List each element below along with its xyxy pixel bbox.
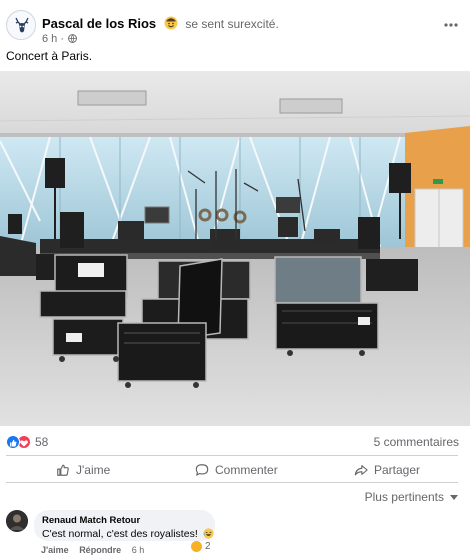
comment-icon <box>195 464 209 476</box>
divider-top <box>6 455 458 456</box>
comment-author[interactable]: Renaud Match Retour <box>42 515 207 526</box>
post-header: Pascal de los Rios se sent surexcité. 6 … <box>6 8 468 46</box>
commenter-avatar[interactable] <box>6 510 28 532</box>
globe-icon[interactable] <box>68 34 78 43</box>
comment-reactions[interactable]: 2 <box>191 539 211 553</box>
more-icon <box>444 23 458 27</box>
post-time[interactable]: 6 h <box>42 33 57 45</box>
meta-separator: · <box>60 33 65 45</box>
share-arrow-icon <box>354 465 368 476</box>
more-options-button[interactable] <box>444 14 458 32</box>
share-button-label: Partager <box>374 463 421 477</box>
caret-down-icon <box>450 494 458 500</box>
author-avatar[interactable] <box>6 10 36 40</box>
post-text: Concert à Paris. <box>6 49 93 63</box>
divider-bottom <box>6 482 458 483</box>
reaction-count: 58 <box>35 435 49 449</box>
author-name[interactable]: Pascal de los Rios <box>42 16 156 31</box>
haha-reaction-icon <box>191 540 202 552</box>
like-reaction-icon <box>6 435 20 449</box>
thumbs-up-icon <box>57 464 69 476</box>
comment-button[interactable]: Commenter <box>195 462 278 478</box>
comments-sort-dropdown[interactable]: Plus pertinents <box>365 490 458 504</box>
feeling-text: se sent surexcité. <box>185 17 279 31</box>
comment-time[interactable]: 6 h <box>132 545 145 555</box>
comment-like-link[interactable]: J'aime <box>41 545 69 555</box>
like-button-label: J'aime <box>76 463 111 477</box>
comment-text-body: C'est normal, c'est des royalistes! <box>42 528 198 540</box>
comments-sort-label: Plus pertinents <box>364 490 444 504</box>
like-button[interactable]: J'aime <box>56 462 110 478</box>
reactions-summary[interactable]: 58 <box>6 434 48 450</box>
post-photo[interactable] <box>0 71 470 426</box>
comment-text: C'est normal, c'est des royalistes! <box>42 528 214 540</box>
excited-face-emoji-icon <box>164 16 178 30</box>
comment-reply-link[interactable]: Répondre <box>79 545 121 555</box>
share-button[interactable]: Partager <box>354 462 420 478</box>
post-card: Pascal de los Rios se sent surexcité. 6 … <box>0 0 474 559</box>
comments-count[interactable]: 5 commentaires <box>374 435 459 449</box>
laughing-emoji-icon <box>203 528 214 539</box>
comment-actions: J'aime Répondre 6 h <box>41 545 152 555</box>
deer-head-logo <box>8 12 35 39</box>
post-meta: 6 h · <box>42 33 78 45</box>
comment-bubble: Renaud Match Retour C'est normal, c'est … <box>34 510 215 541</box>
author-line: Pascal de los Rios se sent surexcité. <box>42 16 279 31</box>
comment-button-label: Commenter <box>215 463 278 477</box>
comment-reaction-count: 2 <box>205 540 211 552</box>
concert-hall-photo <box>0 71 470 426</box>
